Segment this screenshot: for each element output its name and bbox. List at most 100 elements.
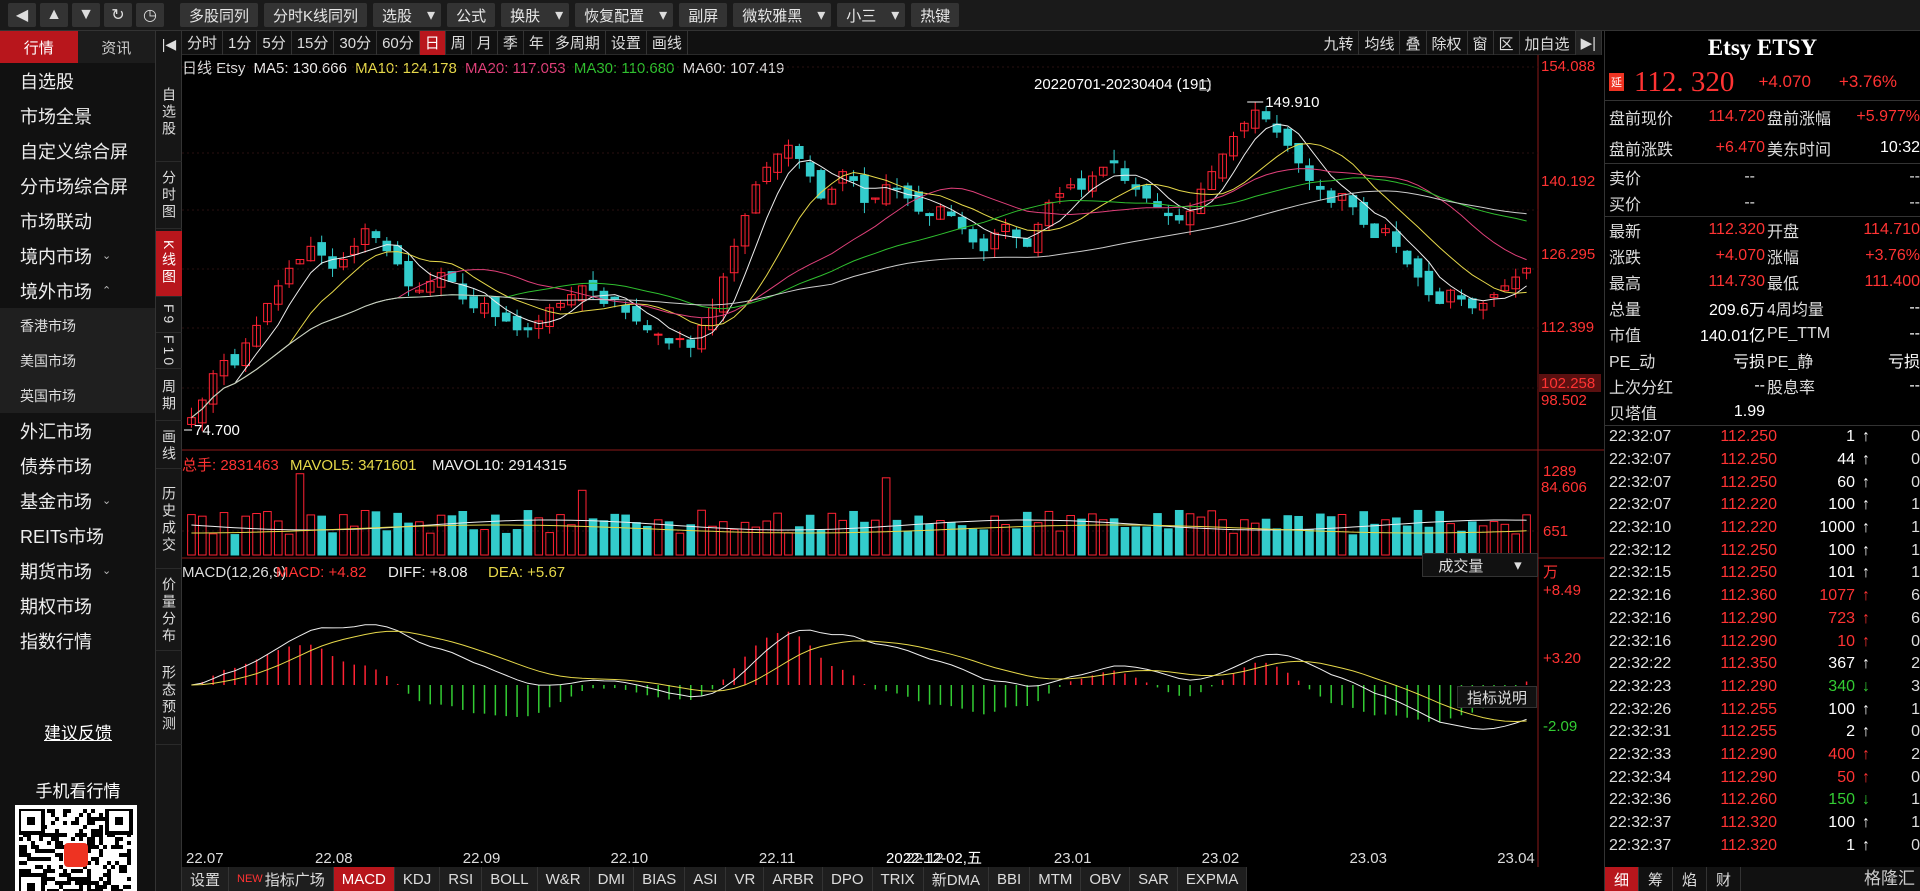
indicator-tab[interactable]: VR: [726, 867, 765, 891]
nav-item[interactable]: 债券市场: [0, 448, 155, 483]
quote-bottom-tab[interactable]: 焰: [1673, 867, 1707, 891]
indicator-tab[interactable]: MACD: [333, 867, 395, 891]
nav-subitem[interactable]: 英国市场: [0, 378, 155, 413]
period-item[interactable]: 设置: [606, 30, 647, 55]
toolbar-button[interactable]: 公式: [447, 3, 496, 27]
nav-item[interactable]: 指数行情: [0, 623, 155, 658]
kline-chart[interactable]: 154.088 140.192 126.295 112.399 98.502 84.606…: [182, 55, 1604, 867]
indicator-tab[interactable]: RSI: [440, 867, 483, 891]
nav-item[interactable]: REITs市场: [0, 518, 155, 553]
indicator-tab[interactable]: DPO: [823, 867, 873, 891]
indicator-tab[interactable]: 新DMA: [923, 867, 990, 891]
indicator-tab[interactable]: W&R: [537, 867, 590, 891]
period-item[interactable]: 30分: [334, 30, 378, 55]
dropdown-wrapper[interactable]: 小三 ▾: [837, 3, 906, 27]
period-item[interactable]: 周: [446, 30, 472, 55]
volume-indicator-select[interactable]: 成交量 ▾: [1422, 553, 1538, 577]
vtab-7[interactable]: 历史成交: [156, 471, 182, 569]
indicator-explain-button[interactable]: 指标说明: [1457, 686, 1537, 708]
vtab-4[interactable]: F10: [156, 335, 182, 369]
nav-item[interactable]: 自定义综合屏: [0, 133, 155, 168]
vtab-8[interactable]: 价量分布: [156, 571, 182, 651]
period-item[interactable]: 60分: [377, 30, 420, 55]
nav-subitem[interactable]: 香港市场: [0, 308, 155, 343]
indicator-tab[interactable]: EXPMA: [1177, 867, 1248, 891]
nav-item[interactable]: 自选股: [0, 63, 155, 98]
nav-item[interactable]: 外汇市场: [0, 413, 155, 448]
period-item[interactable]: 季: [498, 30, 524, 55]
back-icon[interactable]: ◀: [8, 3, 36, 27]
period-item[interactable]: 多周期: [550, 30, 606, 55]
chart-tool-item[interactable]: 区: [1494, 31, 1520, 55]
period-item[interactable]: 1分: [223, 30, 258, 55]
indicator-tab[interactable]: BOLL: [482, 867, 538, 891]
pin-icon[interactable]: ▶|: [1575, 31, 1602, 55]
dropdown-wrapper[interactable]: 微软雅黑 ▾: [733, 3, 832, 27]
nav-item[interactable]: 分市场综合屏: [0, 168, 155, 203]
period-item[interactable]: 15分: [292, 30, 335, 55]
vtab-2[interactable]: K线图: [156, 231, 182, 297]
nav-subitem[interactable]: 美国市场: [0, 343, 155, 378]
toolbar-button[interactable]: 恢复配置: [575, 3, 654, 27]
period-item[interactable]: 分时: [182, 30, 224, 55]
quote-bottom-tab[interactable]: 筹: [1639, 867, 1673, 891]
refresh-icon[interactable]: ↻: [104, 3, 132, 27]
dropdown-wrapper[interactable]: 选股 ▾: [373, 3, 442, 27]
vtab-3[interactable]: F9: [156, 299, 182, 333]
toolbar-button[interactable]: 小三: [837, 3, 886, 27]
vtab-9[interactable]: 形态预测: [156, 653, 182, 745]
nav-item[interactable]: 市场全景: [0, 98, 155, 133]
toolbar-button[interactable]: 分时K线同列: [264, 3, 368, 27]
nav-item[interactable]: 期货市场 ⌄: [0, 553, 155, 588]
indicator-tab[interactable]: TRIX: [872, 867, 924, 891]
vtab-1[interactable]: 分时图: [156, 163, 182, 229]
nav-item[interactable]: 境内市场 ⌄: [0, 238, 155, 273]
vtab-0[interactable]: 自选股: [156, 64, 182, 162]
toolbar-button[interactable]: 多股同列: [180, 3, 259, 27]
dropdown-wrapper[interactable]: 换肤 ▾: [501, 3, 570, 27]
indicator-tab[interactable]: 设置: [182, 867, 230, 891]
chart-tool-item[interactable]: 除权: [1427, 31, 1468, 55]
clock-icon[interactable]: ◷: [136, 3, 164, 27]
chart-tool-item[interactable]: 加自选: [1520, 31, 1576, 55]
indicator-tab[interactable]: ARBR: [764, 867, 823, 891]
period-item[interactable]: 年: [524, 30, 550, 55]
indicator-tab[interactable]: DMI: [589, 867, 635, 891]
toolbar-button[interactable]: 微软雅黑: [733, 3, 812, 27]
indicator-tab[interactable]: KDJ: [394, 867, 441, 891]
down-icon[interactable]: ▼: [72, 3, 100, 27]
chart-tool-item[interactable]: 均线: [1359, 31, 1401, 55]
toolbar-button[interactable]: 副屏: [679, 3, 728, 27]
nav-item[interactable]: 期权市场: [0, 588, 155, 623]
tab-news[interactable]: 资讯: [77, 31, 155, 63]
indicator-tab[interactable]: MTM: [1030, 867, 1082, 891]
chart-tool-item[interactable]: 叠: [1400, 31, 1427, 55]
period-item[interactable]: 月: [472, 30, 498, 55]
nav-item[interactable]: 市场联动: [0, 203, 155, 238]
toolbar-button[interactable]: 热键: [911, 3, 960, 27]
period-item[interactable]: 日: [419, 30, 446, 55]
vtab-5[interactable]: 周期: [156, 371, 182, 421]
chart-tool-item[interactable]: 九转: [1318, 31, 1360, 55]
indicator-tab[interactable]: ASI: [685, 867, 727, 891]
nav-item[interactable]: 境外市场 ⌃: [0, 273, 155, 308]
up-icon[interactable]: ▲: [40, 3, 68, 27]
toolbar-button[interactable]: 换肤: [501, 3, 550, 27]
indicator-tab[interactable]: BBI: [989, 867, 1031, 891]
indicator-tab[interactable]: NEW 指标广场: [229, 867, 334, 891]
vtab-6[interactable]: 画线: [156, 423, 182, 469]
indicator-tab[interactable]: SAR: [1130, 867, 1178, 891]
collapse-icon[interactable]: |◀: [156, 31, 182, 57]
quote-bottom-tab[interactable]: 财: [1707, 867, 1741, 891]
indicator-tab[interactable]: OBV: [1081, 867, 1131, 891]
toolbar-button[interactable]: 选股: [373, 3, 422, 27]
indicator-tab[interactable]: BIAS: [634, 867, 686, 891]
tab-market[interactable]: 行情: [0, 31, 78, 63]
nav-item[interactable]: 基金市场 ⌄: [0, 483, 155, 518]
period-item[interactable]: 5分: [257, 30, 292, 55]
dropdown-wrapper[interactable]: 恢复配置 ▾: [575, 3, 674, 27]
period-item[interactable]: 画线: [647, 30, 688, 55]
chart-tool-item[interactable]: 窗: [1468, 31, 1494, 55]
feedback-link[interactable]: 建议反馈: [0, 719, 156, 744]
quote-bottom-tab[interactable]: 细: [1605, 867, 1639, 891]
